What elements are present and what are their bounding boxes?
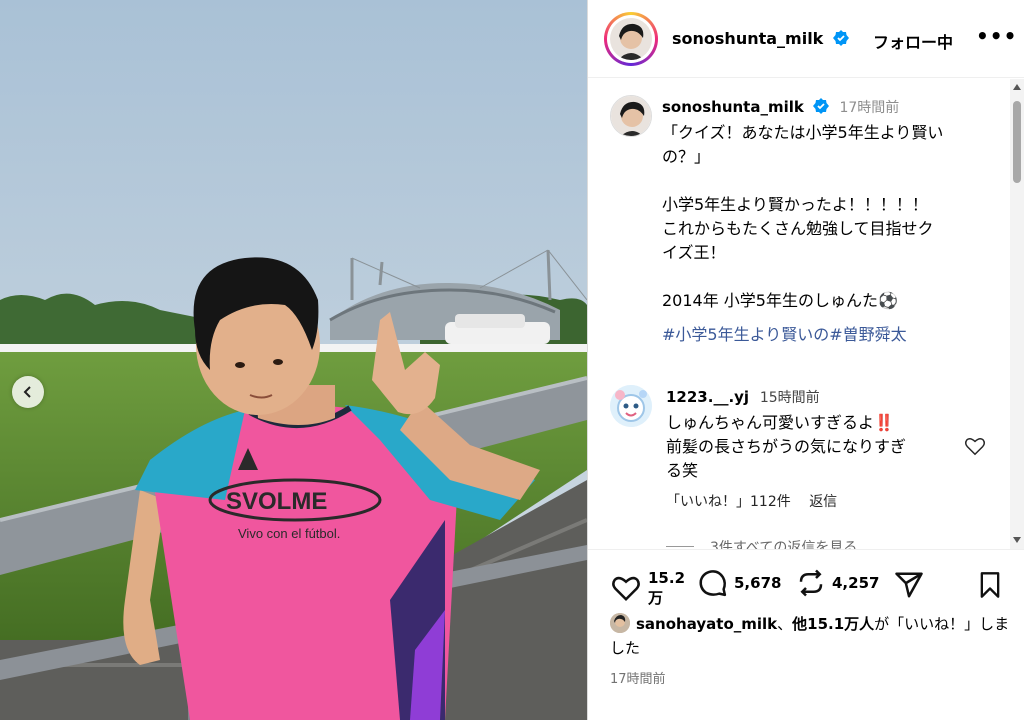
comment-bubble-icon: [699, 570, 727, 597]
likes-count[interactable]: 15.2 万: [648, 568, 685, 608]
caption-line: 「クイズ！あなたは小学5年生より賢い: [662, 123, 944, 142]
view-replies-button[interactable]: 3件すべての返信を見る: [666, 537, 857, 549]
liker-avatar-image: [610, 613, 630, 633]
profile-avatar[interactable]: [604, 12, 658, 66]
caption-avatar[interactable]: [610, 95, 652, 137]
send-paper-plane-icon[interactable]: [894, 570, 924, 600]
caption-line: 小学5年生より賢かったよ！！！！！: [662, 195, 928, 214]
more-options-icon[interactable]: •••: [976, 24, 1017, 48]
comment-like-heart-icon[interactable]: [964, 435, 986, 457]
comments-scroll-area[interactable]: sonoshunta_milk 17時間前 「クイズ！あなたは小学5年生より賢い…: [588, 79, 1024, 549]
verified-badge-icon: [812, 98, 829, 114]
verified-badge-icon: [832, 30, 849, 46]
comment-time[interactable]: 15時間前: [760, 390, 820, 406]
caption-avatar-image: [611, 96, 651, 136]
chevron-left-icon: [23, 386, 31, 398]
liker-username[interactable]: sanohayato_milk: [636, 615, 777, 633]
scroll-up-arrow-icon[interactable]: [1013, 84, 1021, 90]
shirt-slogan: Vivo con el fútbol.: [238, 526, 340, 541]
photo-scene: SVOLME Vivo con el fútbol.: [0, 0, 587, 720]
bookmark-icon[interactable]: [976, 570, 1004, 600]
comment-text: しゅんちゃん可愛いすぎるよ‼️ 前髪の長さちがうの気になりすぎ る笑: [666, 411, 956, 483]
scrollbar[interactable]: [1010, 79, 1024, 549]
shirt-brand: SVOLME: [226, 488, 327, 515]
repost-button[interactable]: 4,257: [796, 568, 879, 598]
comments-count[interactable]: 5,678: [734, 573, 781, 593]
header-username-text[interactable]: sonoshunta_milk: [672, 29, 823, 48]
commenter-avatar[interactable]: [610, 385, 652, 427]
caption-text: 「クイズ！あなたは小学5年生より賢い の？」 小学5年生より賢かったよ！！！！！…: [662, 121, 992, 347]
scrollbar-thumb[interactable]: [1013, 101, 1021, 183]
header-username[interactable]: sonoshunta_milk: [672, 29, 849, 48]
previous-photo-button[interactable]: [12, 376, 44, 408]
avatar-image: [610, 18, 652, 60]
caption-header: sonoshunta_milk 17時間前: [662, 97, 899, 117]
view-replies-label[interactable]: 3件すべての返信を見る: [710, 540, 857, 549]
replies-divider: [666, 546, 694, 547]
caption-username[interactable]: sonoshunta_milk: [662, 98, 804, 116]
likes-count-unit: 万: [648, 589, 664, 607]
caption-line: これからもたくさん勉強して目指せク: [662, 219, 934, 238]
commenter-avatar-image: [610, 385, 652, 427]
comment-line: しゅんちゃん可愛いすぎるよ‼️: [666, 413, 894, 432]
caption-line: [662, 265, 992, 289]
comment-meta: 「いいね！」112件 返信: [666, 491, 837, 511]
post-timestamp[interactable]: 17時間前: [610, 668, 666, 687]
post-header: sonoshunta_milk フォロー中 •••: [588, 0, 1024, 78]
liked-by-summary: sanohayato_milk、他15.1万人が「いいね！」しました: [610, 612, 1010, 660]
likes-count-number: 15.2: [648, 569, 686, 587]
liked-by-separator: 、: [777, 615, 793, 633]
caption-line: イズ王！: [662, 243, 726, 262]
like-button[interactable]: 15.2 万: [610, 568, 685, 608]
comment-header: 1223.__.yj 15時間前: [666, 387, 820, 407]
caption-hashtags[interactable]: #小学5年生より賢いの#曽野舜太: [662, 323, 992, 347]
heart-icon: [612, 576, 640, 602]
commenter-username[interactable]: 1223.__.yj: [666, 388, 749, 406]
post-detail-panel: sonoshunta_milk フォロー中 ••• sonoshunta_mil…: [587, 0, 1024, 720]
caption-line: [662, 169, 992, 193]
comment-button[interactable]: 5,678: [698, 568, 781, 598]
liked-by-others[interactable]: 他15.1万人: [792, 615, 874, 633]
repost-icon: [799, 569, 823, 597]
comment-line: る笑: [666, 461, 699, 480]
post-actions: 15.2 万 5,678 4,257 sanohayato_milk、他15.1…: [588, 549, 1024, 720]
comment-line: 前髪の長さちがうの気になりすぎ: [666, 437, 907, 456]
following-button[interactable]: フォロー中: [873, 29, 953, 53]
scroll-down-arrow-icon[interactable]: [1013, 537, 1021, 543]
caption-line: の？」: [662, 147, 711, 166]
caption-line: 2014年 小学5年生のしゅんた⚽: [662, 291, 898, 310]
post-photo[interactable]: SVOLME Vivo con el fútbol.: [0, 0, 587, 720]
caption-time[interactable]: 17時間前: [839, 100, 899, 116]
reposts-count[interactable]: 4,257: [832, 573, 879, 593]
hashtag-link[interactable]: #小学5年生より賢いの#曽野舜太: [662, 325, 907, 344]
comment-likes-count[interactable]: 「いいね！」112件: [666, 494, 791, 510]
liker-avatar[interactable]: [610, 613, 630, 633]
reply-button[interactable]: 返信: [809, 494, 837, 510]
